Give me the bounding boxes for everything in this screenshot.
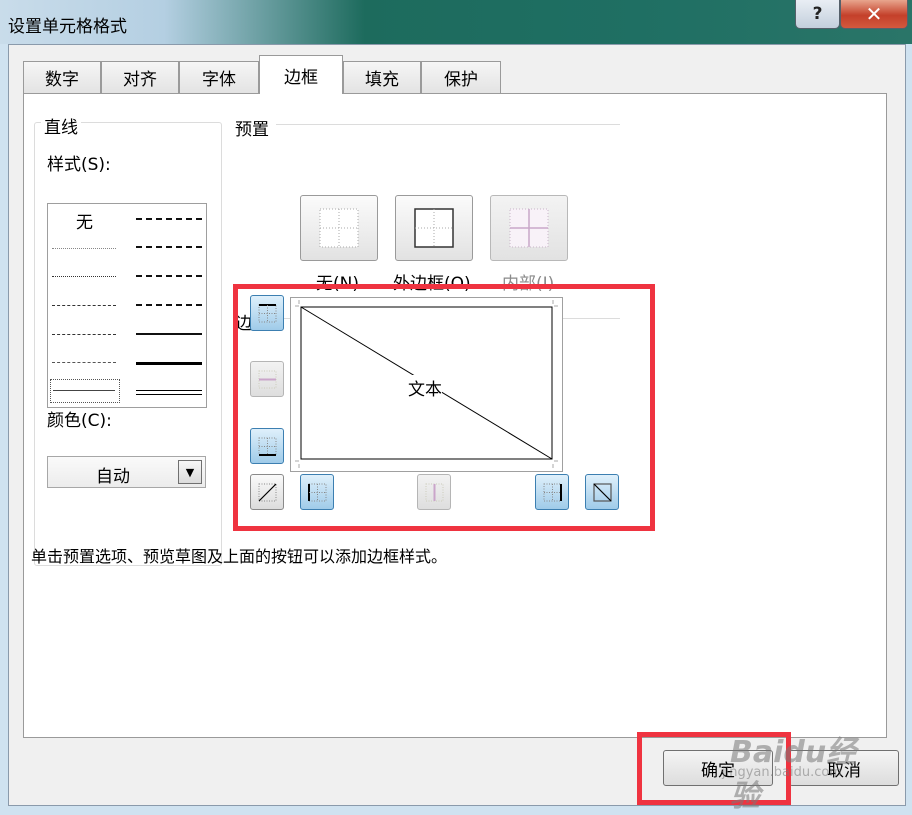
color-select[interactable]: 自动 ▼ xyxy=(47,456,206,488)
style-label: 样式(S): xyxy=(47,155,111,175)
line-style-medium-dashed[interactable] xyxy=(136,304,202,306)
title-bar: 设置单元格格式 ? ✕ xyxy=(0,0,912,44)
tab-font[interactable]: 字体 xyxy=(179,61,259,93)
line-style-medium[interactable] xyxy=(136,333,202,335)
tab-alignment[interactable]: 对齐 xyxy=(101,61,179,93)
preset-outline-button[interactable] xyxy=(395,195,473,261)
preset-inside-icon xyxy=(509,208,549,248)
line-style-double[interactable] xyxy=(136,390,202,395)
close-button[interactable]: ✕ xyxy=(840,0,908,29)
tab-protection[interactable]: 保护 xyxy=(421,61,501,93)
line-style-dash-dot[interactable] xyxy=(52,334,116,335)
preset-inside-button[interactable] xyxy=(490,195,568,261)
preset-none-icon xyxy=(319,208,359,248)
line-style-list[interactable]: 无 xyxy=(47,203,207,408)
line-style-dotted[interactable] xyxy=(52,276,116,277)
line-style-dash-dot-dot[interactable] xyxy=(52,305,116,306)
color-label: 颜色(C): xyxy=(47,411,112,431)
line-style-slant-dash-dot[interactable] xyxy=(136,246,202,248)
hint-text: 单击预置选项、预览草图及上面的按钮可以添加边框样式。 xyxy=(31,547,448,566)
line-style-dashed[interactable] xyxy=(52,362,116,363)
line-style-thick[interactable] xyxy=(136,362,202,365)
line-group-label: 直线 xyxy=(41,113,81,138)
line-style-medium-dash-dot[interactable] xyxy=(136,275,202,277)
line-group: 直线 样式(S): 无 颜色(C): 自动 ▼ xyxy=(34,113,222,566)
line-style-thin-selected[interactable] xyxy=(50,379,120,403)
line-style-medium-dash-dot-dot[interactable] xyxy=(136,218,202,220)
line-style-none[interactable]: 无 xyxy=(76,208,93,233)
help-button[interactable]: ? xyxy=(795,0,840,29)
preset-label: 预置 xyxy=(235,120,269,140)
preset-divider xyxy=(276,124,620,125)
preset-none-button[interactable] xyxy=(300,195,378,261)
tab-fill[interactable]: 填充 xyxy=(343,61,421,93)
line-style-hair[interactable] xyxy=(52,248,116,249)
tab-border[interactable]: 边框 xyxy=(259,55,343,94)
color-value: 自动 xyxy=(96,467,130,487)
tab-number[interactable]: 数字 xyxy=(23,61,101,93)
border-section-highlight xyxy=(233,284,655,531)
cancel-button[interactable]: 取消 xyxy=(789,750,899,786)
dialog-title: 设置单元格格式 xyxy=(8,17,127,37)
ok-button-highlight xyxy=(637,732,791,805)
chevron-down-icon[interactable]: ▼ xyxy=(178,460,202,484)
preset-outline-icon xyxy=(414,208,454,248)
